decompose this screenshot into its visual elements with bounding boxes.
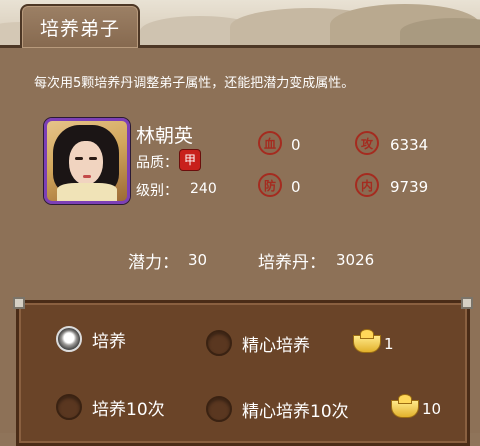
radio-selected-icon[interactable]: [56, 326, 82, 352]
description-text: 每次用5颗培养丹调整弟子属性，还能把潜力变成属性。: [34, 76, 355, 91]
gold-ingot-icon: [354, 330, 380, 352]
potential-value: 30: [188, 251, 208, 269]
stat-defense-value: 0: [291, 178, 301, 196]
radio-icon[interactable]: [206, 330, 232, 356]
gold-ingot-icon: [392, 395, 418, 417]
careful-train-10x-cost: 10: [392, 395, 442, 418]
corner-rivet: [461, 297, 473, 309]
careful-train-cost: 1: [354, 330, 394, 353]
stat-blood-value: 0: [291, 136, 301, 154]
option-careful-train[interactable]: 精心培养: [206, 330, 310, 356]
careful-train-cost-value: 1: [384, 335, 394, 353]
mountain-shape: [400, 18, 480, 46]
stat-attack-value: 6334: [390, 136, 429, 154]
attack-seal-icon: 攻: [355, 131, 379, 155]
train-options-panel: [13, 297, 473, 446]
pill-label: 培养丹：: [258, 253, 326, 273]
option-careful-train-10x-label: 精心培养10次: [242, 401, 349, 422]
stat-inner-value: 9739: [390, 178, 429, 196]
radio-icon[interactable]: [56, 394, 82, 420]
option-careful-train-label: 精心培养: [242, 335, 310, 356]
option-train[interactable]: 培养: [56, 326, 126, 352]
disciple-name: 林朝英: [136, 125, 194, 147]
radio-icon[interactable]: [206, 396, 232, 422]
defense-seal-icon: 防: [258, 173, 282, 197]
level-value: 240: [190, 181, 217, 197]
disciple-portrait[interactable]: [44, 118, 130, 204]
option-train-10x[interactable]: 培养10次: [56, 394, 165, 420]
tab-train-disciple[interactable]: 培养弟子: [20, 4, 140, 48]
potential-label: 潜力：: [128, 253, 179, 273]
blood-seal-icon: 血: [258, 131, 282, 155]
pill-value: 3026: [336, 251, 375, 269]
inner-seal-icon: 内: [355, 173, 379, 197]
quality-badge: 甲: [180, 150, 200, 170]
careful-train-10x-cost-value: 10: [422, 400, 442, 418]
option-careful-train-10x[interactable]: 精心培养10次: [206, 396, 349, 422]
quality-label: 品质：: [136, 155, 178, 171]
option-train-label: 培养: [92, 331, 126, 352]
corner-rivet: [13, 297, 25, 309]
option-train-10x-label: 培养10次: [92, 399, 165, 420]
level-label: 级别：: [136, 183, 178, 199]
